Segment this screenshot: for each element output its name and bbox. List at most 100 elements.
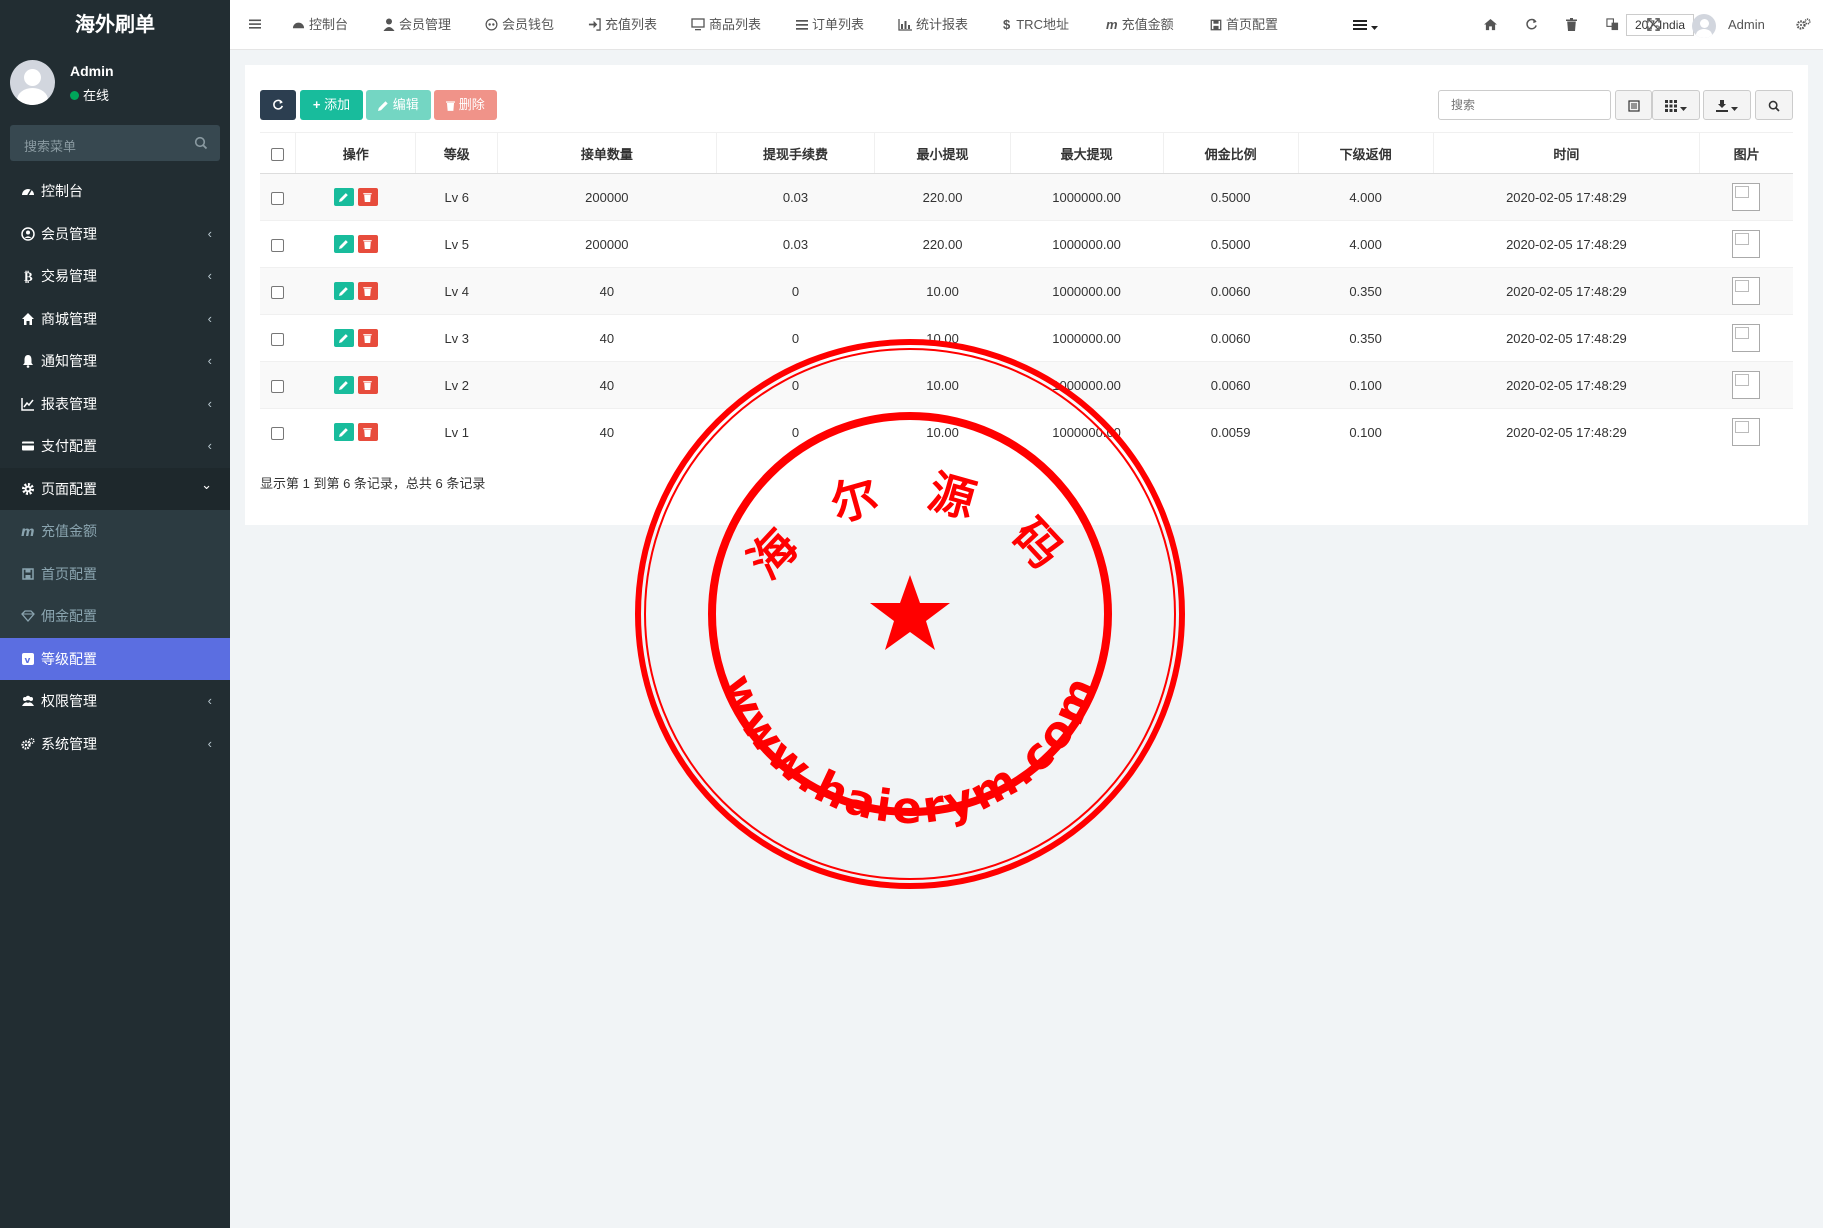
sidebar-item-system[interactable]: 系统管理 ‹ bbox=[0, 723, 230, 766]
online-dot-icon bbox=[70, 91, 79, 100]
sidebar-item-permissions[interactable]: 权限管理 ‹ bbox=[0, 680, 230, 723]
sidebar-item-notify[interactable]: 通知管理 ‹ bbox=[0, 340, 230, 383]
chevron-down-icon: ⌄ bbox=[201, 476, 212, 492]
col-header[interactable]: 佣金比例 bbox=[1162, 132, 1299, 174]
broken-image-icon[interactable] bbox=[1732, 371, 1761, 399]
sidebar-search-input[interactable]: 搜索菜单 bbox=[10, 125, 220, 161]
row-delete-button[interactable] bbox=[357, 376, 378, 394]
nav-statistics[interactable]: 统计报表 bbox=[898, 0, 968, 50]
pencil-icon bbox=[338, 287, 348, 296]
table-row[interactable]: Lv 2 40 0 10.00 1000000.00 0.0060 0.100 2020-02… bbox=[260, 361, 1793, 409]
col-header[interactable]: 图片 bbox=[1699, 132, 1793, 174]
admin-user-menu[interactable]: Admin bbox=[1728, 0, 1765, 50]
home-button[interactable] bbox=[1484, 0, 1501, 50]
sidebar-toggle-button[interactable] bbox=[248, 0, 266, 50]
nav-dashboard[interactable]: 控制台 bbox=[292, 0, 348, 50]
edit-button[interactable]: 编辑 bbox=[366, 90, 431, 120]
table-search-input[interactable] bbox=[1439, 91, 1610, 119]
refresh-button[interactable] bbox=[260, 90, 296, 120]
col-header[interactable]: 最大提现 bbox=[1009, 132, 1164, 174]
sidebar-item-home-config[interactable]: 首页配置 bbox=[0, 552, 230, 595]
sidebar-item-commission-config[interactable]: 佣金配置 bbox=[0, 595, 230, 638]
columns-button[interactable] bbox=[1652, 90, 1700, 120]
row-checkbox[interactable] bbox=[271, 285, 285, 299]
row-delete-button[interactable] bbox=[357, 329, 378, 347]
table-row[interactable]: Lv 1 40 0 10.00 1000000.00 0.0059 0.100 2020-02… bbox=[260, 408, 1793, 456]
sidebar-item-members[interactable]: 会员管理 ‹ bbox=[0, 213, 230, 256]
table-row[interactable]: Lv 4 40 0 10.00 1000000.00 0.0060 0.350 2020-02… bbox=[260, 267, 1793, 315]
nav-menu-dropdown[interactable] bbox=[1353, 0, 1382, 50]
col-header[interactable]: 操作 bbox=[295, 132, 416, 174]
sidebar-item-recharge-amount[interactable]: m 充值金额 bbox=[0, 510, 230, 553]
row-checkbox[interactable] bbox=[271, 238, 285, 252]
nav-trc-address[interactable]: $ TRC地址 bbox=[1003, 0, 1069, 50]
table-row[interactable]: Lv 5 200000 0.03 220.00 1000000.00 0.5000 4.00… bbox=[260, 220, 1793, 268]
fullscreen-button[interactable] bbox=[1647, 0, 1664, 50]
row-actions-cell bbox=[295, 314, 416, 362]
sidebar-item-reports[interactable]: 报表管理 ‹ bbox=[0, 383, 230, 426]
nav-order-list[interactable]: 订单列表 bbox=[796, 0, 864, 50]
nav-product-list[interactable]: 商品列表 bbox=[691, 0, 761, 50]
nav-home-config[interactable]: 首页配置 bbox=[1210, 0, 1278, 50]
broken-image-icon[interactable] bbox=[1732, 230, 1761, 258]
row-edit-button[interactable] bbox=[333, 423, 354, 442]
advanced-search-button[interactable] bbox=[1755, 90, 1793, 120]
settings-button[interactable] bbox=[1796, 0, 1815, 50]
broken-image-icon[interactable] bbox=[1732, 418, 1761, 447]
svg-text:www.haierym.com: www.haierym.com bbox=[711, 667, 1108, 834]
nav-recharge-list[interactable]: 充值列表 bbox=[588, 0, 657, 50]
cogs-icon bbox=[21, 737, 35, 750]
row-edit-button[interactable] bbox=[333, 329, 354, 347]
sidebar-item-trade[interactable]: ₿ 交易管理 ‹ bbox=[0, 255, 230, 298]
nav-members[interactable]: 会员管理 bbox=[383, 0, 451, 50]
export-button[interactable] bbox=[1703, 90, 1751, 120]
col-header[interactable]: 接单数量 bbox=[497, 132, 717, 174]
row-checkbox[interactable] bbox=[271, 191, 285, 205]
row-select-cell bbox=[260, 361, 296, 409]
clear-cache-button[interactable] bbox=[1566, 0, 1581, 50]
row-delete-button[interactable] bbox=[357, 423, 378, 442]
sub-commission-cell: 0.350 bbox=[1298, 267, 1433, 315]
delete-button[interactable]: 删除 bbox=[434, 90, 497, 120]
language-button[interactable] bbox=[1606, 0, 1623, 50]
row-checkbox[interactable] bbox=[271, 426, 285, 440]
toggle-view-button[interactable] bbox=[1615, 90, 1652, 120]
row-delete-button[interactable] bbox=[357, 235, 378, 253]
nav-recharge-amount[interactable]: m 充值金额 bbox=[1106, 0, 1174, 50]
app-logo[interactable]: 海外刷单 bbox=[0, 0, 230, 50]
bell-icon bbox=[23, 355, 33, 368]
users-icon bbox=[22, 695, 34, 706]
row-edit-button[interactable] bbox=[333, 282, 354, 300]
broken-image-icon[interactable] bbox=[1732, 183, 1761, 211]
row-edit-button[interactable] bbox=[333, 235, 354, 253]
nav-member-wallet[interactable]: 会员钱包 bbox=[485, 0, 554, 50]
col-header[interactable]: 下级返佣 bbox=[1297, 132, 1433, 174]
table-row[interactable]: Lv 3 40 0 10.00 1000000.00 0.0060 0.350 2020-02… bbox=[260, 314, 1793, 362]
refresh-button[interactable] bbox=[1525, 0, 1542, 50]
row-delete-button[interactable] bbox=[357, 188, 378, 206]
table-row[interactable]: Lv 6 200000 0.03 220.00 1000000.00 0.5000 4.00… bbox=[260, 173, 1793, 221]
col-header[interactable]: 等级 bbox=[415, 132, 498, 174]
dashboard-icon bbox=[292, 22, 305, 29]
row-delete-button[interactable] bbox=[357, 282, 378, 300]
broken-image-icon[interactable] bbox=[1732, 277, 1761, 305]
sidebar-item-payment[interactable]: 支付配置 ‹ bbox=[0, 425, 230, 468]
broken-image-icon[interactable] bbox=[1732, 324, 1761, 352]
row-edit-button[interactable] bbox=[333, 376, 354, 394]
search-icon[interactable] bbox=[194, 136, 208, 150]
translate-icon bbox=[1606, 18, 1619, 31]
sidebar-item-shop[interactable]: 商城管理 ‹ bbox=[0, 298, 230, 341]
sidebar-item-dashboard[interactable]: 控制台 bbox=[0, 170, 230, 213]
row-checkbox[interactable] bbox=[271, 379, 285, 393]
level-cell: Lv 6 bbox=[415, 173, 498, 221]
row-checkbox[interactable] bbox=[271, 332, 285, 346]
sidebar-item-level-config[interactable]: v 等级配置 bbox=[0, 637, 230, 680]
col-header[interactable]: 时间 bbox=[1432, 132, 1700, 174]
row-edit-button[interactable] bbox=[333, 188, 354, 206]
select-all-checkbox[interactable] bbox=[271, 147, 285, 161]
sidebar-item-page-config[interactable]: 页面配置 ⌄ bbox=[0, 467, 230, 510]
col-header[interactable]: 最小提现 bbox=[874, 132, 1011, 174]
add-button[interactable]: + 添加 bbox=[300, 90, 363, 120]
col-header[interactable]: 提现手续费 bbox=[715, 132, 875, 174]
avatar[interactable] bbox=[1692, 14, 1716, 38]
